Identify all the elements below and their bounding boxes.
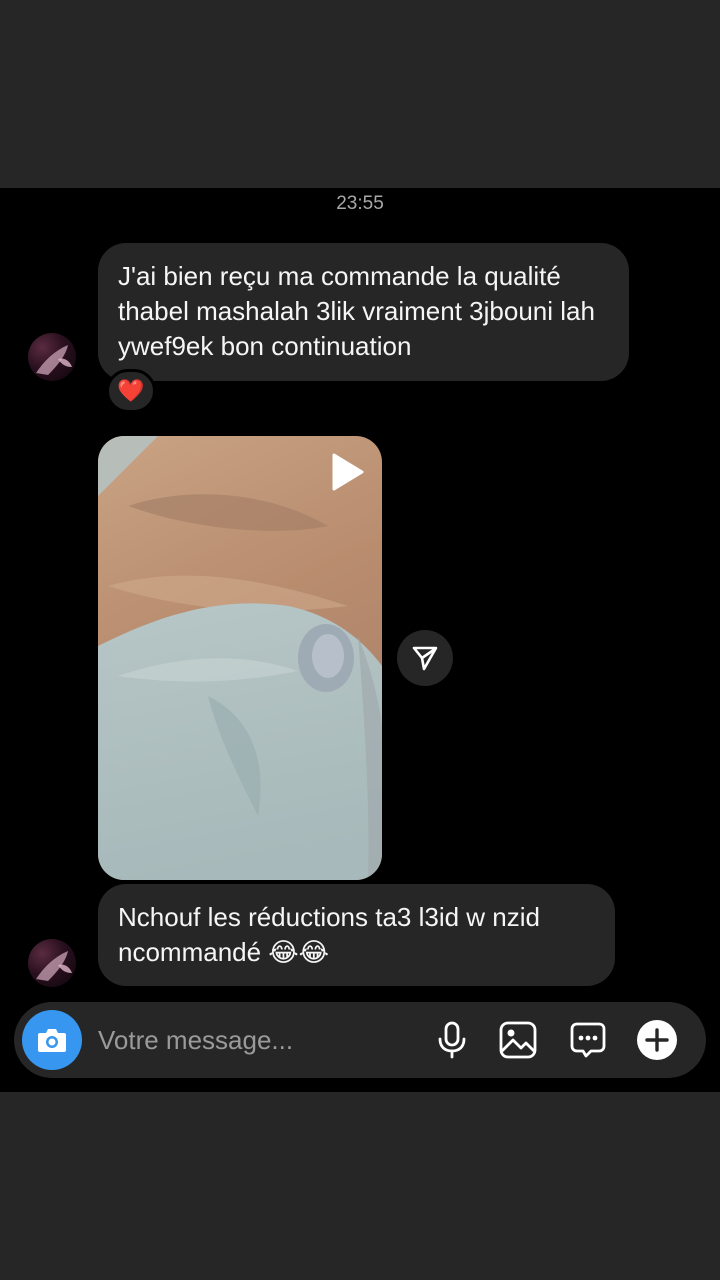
message-timestamp: 23:55 <box>336 193 384 214</box>
reaction-badge[interactable]: ❤️ <box>106 369 156 413</box>
video-message[interactable] <box>98 436 382 880</box>
microphone-icon <box>438 1021 466 1059</box>
gallery-button[interactable] <box>498 1020 538 1060</box>
message-input[interactable] <box>98 1022 398 1058</box>
top-letterbox <box>0 0 720 188</box>
microphone-button[interactable] <box>432 1020 472 1060</box>
message-bubble-1[interactable]: J'ai bien reçu ma commande la qualité th… <box>98 243 629 381</box>
sticker-icon <box>570 1022 606 1058</box>
message-text-2: Nchouf les réductions ta3 l3id w nzid nc… <box>118 902 541 967</box>
play-icon[interactable] <box>324 450 368 494</box>
bottom-letterbox <box>0 1092 720 1280</box>
sender-avatar[interactable] <box>28 939 76 987</box>
send-icon <box>412 646 438 671</box>
camera-button[interactable] <box>22 1010 82 1070</box>
sender-avatar[interactable] <box>28 333 76 381</box>
message-bubble-2[interactable]: Nchouf les réductions ta3 l3id w nzid nc… <box>98 884 615 986</box>
heart-reaction-icon: ❤️ <box>117 378 145 403</box>
message-text-1: J'ai bien reçu ma commande la qualité th… <box>118 261 595 361</box>
plus-icon <box>637 1020 677 1060</box>
share-button[interactable] <box>397 630 453 686</box>
camera-icon <box>38 1029 66 1052</box>
video-thumbnail <box>98 436 382 880</box>
sticker-button[interactable] <box>568 1020 608 1060</box>
gallery-icon <box>499 1021 537 1059</box>
message-composer <box>14 1002 706 1078</box>
more-button[interactable] <box>636 1019 678 1061</box>
